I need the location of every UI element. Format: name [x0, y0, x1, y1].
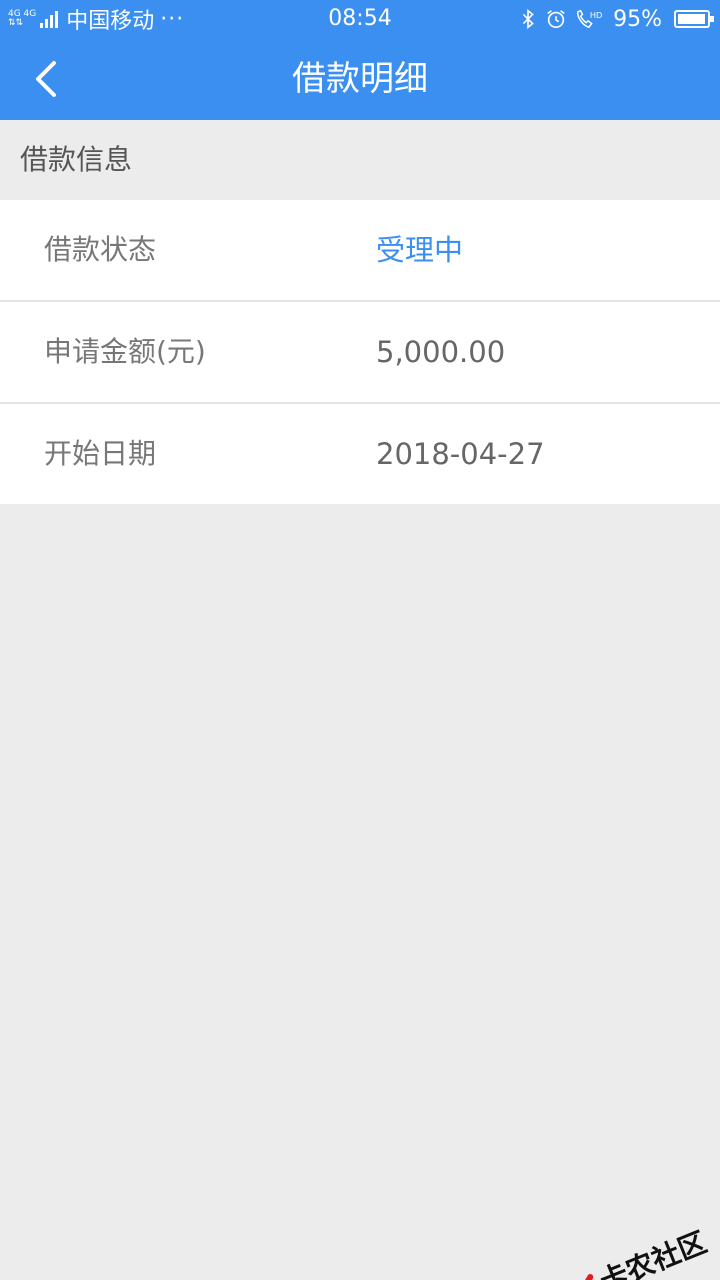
loan-status-value: 受理中 — [376, 233, 464, 267]
nav-bar: 借款明细 — [0, 38, 720, 120]
status-bar: 4G 4G ⇅⇅ 中国移动 ··· 08:54 HD 95% — [0, 0, 720, 38]
watermark-text: 卡农社区 — [595, 1225, 712, 1280]
loan-info-list: 借款状态 受理中 申请金额(元) 5,000.00 开始日期 2018-04-2… — [0, 200, 720, 504]
amount-label: 申请金额(元) — [44, 335, 206, 368]
battery-tip — [710, 16, 714, 22]
battery-fill — [678, 14, 705, 24]
battery-icon — [674, 10, 714, 28]
amount-value: 5,000.00 — [376, 335, 506, 369]
amount-row: 申请金额(元) 5,000.00 — [0, 302, 720, 404]
status-right: HD 95% — [511, 0, 714, 38]
loan-status-label: 借款状态 — [44, 233, 157, 266]
section-header: 借款信息 — [0, 120, 720, 200]
page-title: 借款明细 — [292, 59, 428, 99]
start-date-row: 开始日期 2018-04-27 — [0, 404, 720, 504]
bluetooth-icon — [522, 9, 534, 29]
start-date-label: 开始日期 — [44, 437, 157, 470]
loan-status-row: 借款状态 受理中 — [0, 200, 720, 302]
battery-percent: 95% — [613, 6, 662, 32]
watermark: 卡农社区 — [563, 1221, 712, 1280]
svg-text:HD: HD — [590, 10, 603, 20]
alarm-icon — [547, 10, 565, 29]
hd-call-icon: HD — [577, 9, 603, 29]
start-date-value: 2018-04-27 — [376, 437, 545, 471]
screen: 4G 4G ⇅⇅ 中国移动 ··· 08:54 HD 95% 借款明细 借款信息… — [0, 0, 720, 1280]
